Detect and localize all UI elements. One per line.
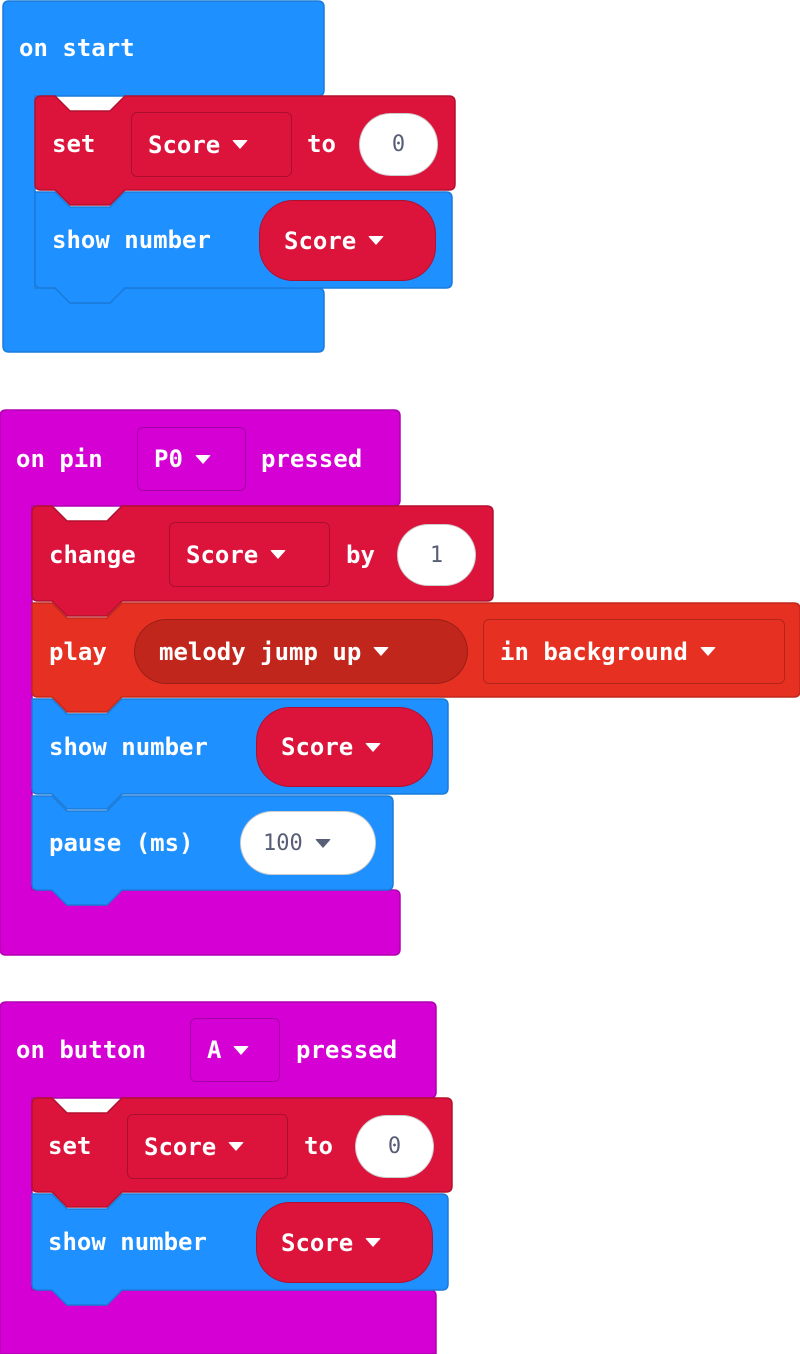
change-keyword: change bbox=[49, 541, 136, 569]
variable-dropdown[interactable]: Score bbox=[131, 112, 292, 177]
dropdown-caret-icon bbox=[373, 647, 390, 656]
set-keyword: set bbox=[48, 1132, 92, 1160]
variable-name: Score bbox=[186, 540, 259, 569]
dropdown-caret-icon bbox=[228, 1142, 245, 1151]
dropdown-caret-icon bbox=[233, 1045, 250, 1055]
variable-name: Score bbox=[281, 1228, 354, 1257]
number-input[interactable]: 1 bbox=[397, 524, 476, 586]
variable-name: Score bbox=[144, 1132, 217, 1161]
number-input[interactable]: 0 bbox=[359, 113, 438, 176]
melody-dropdown[interactable]: melody jump up bbox=[134, 619, 468, 684]
to-keyword: to bbox=[307, 130, 336, 158]
playback-mode: in background bbox=[500, 637, 688, 666]
pressed-keyword: pressed bbox=[296, 1036, 398, 1064]
on-pin-keyword: on pin bbox=[16, 445, 103, 473]
pause-duration: 100 bbox=[263, 830, 303, 856]
number-input[interactable]: 0 bbox=[355, 1115, 434, 1178]
variable-name: Score bbox=[148, 130, 221, 159]
variable-reporter[interactable]: Score bbox=[256, 1202, 433, 1283]
on-start-label: on start bbox=[19, 34, 135, 62]
playback-mode-dropdown[interactable]: in background bbox=[483, 619, 785, 684]
dropdown-caret-icon bbox=[365, 1238, 382, 1247]
button-dropdown[interactable]: A bbox=[190, 1018, 280, 1082]
dropdown-caret-icon bbox=[270, 550, 287, 559]
by-keyword: by bbox=[346, 541, 375, 569]
pause-keyword: pause (ms) bbox=[49, 829, 194, 857]
pause-duration-dropdown[interactable]: 100 bbox=[240, 811, 376, 875]
melody-name: melody jump up bbox=[159, 637, 362, 666]
play-keyword: play bbox=[49, 638, 107, 666]
on-button-keyword: on button bbox=[16, 1036, 147, 1064]
show-number-keyword: show number bbox=[48, 1228, 207, 1256]
dropdown-caret-icon bbox=[365, 742, 382, 752]
pressed-keyword: pressed bbox=[261, 445, 363, 473]
to-keyword: to bbox=[304, 1132, 333, 1160]
variable-name: Score bbox=[284, 226, 357, 255]
show-number-keyword: show number bbox=[52, 226, 211, 254]
variable-dropdown[interactable]: Score bbox=[127, 1114, 288, 1179]
variable-name: Score bbox=[281, 733, 354, 761]
dropdown-caret-icon bbox=[194, 454, 211, 464]
dropdown-caret-icon bbox=[232, 140, 249, 149]
variable-reporter[interactable]: Score bbox=[259, 200, 436, 281]
variable-reporter[interactable]: Score bbox=[256, 707, 433, 787]
set-keyword: set bbox=[52, 130, 96, 158]
dropdown-caret-icon bbox=[368, 236, 385, 245]
variable-dropdown[interactable]: Score bbox=[169, 522, 330, 587]
dropdown-caret-icon bbox=[314, 838, 331, 848]
show-number-keyword: show number bbox=[49, 733, 208, 761]
dropdown-caret-icon bbox=[699, 647, 716, 656]
pin-dropdown[interactable]: P0 bbox=[137, 427, 246, 491]
button-name: A bbox=[207, 1036, 222, 1064]
pin-name: P0 bbox=[154, 445, 183, 473]
